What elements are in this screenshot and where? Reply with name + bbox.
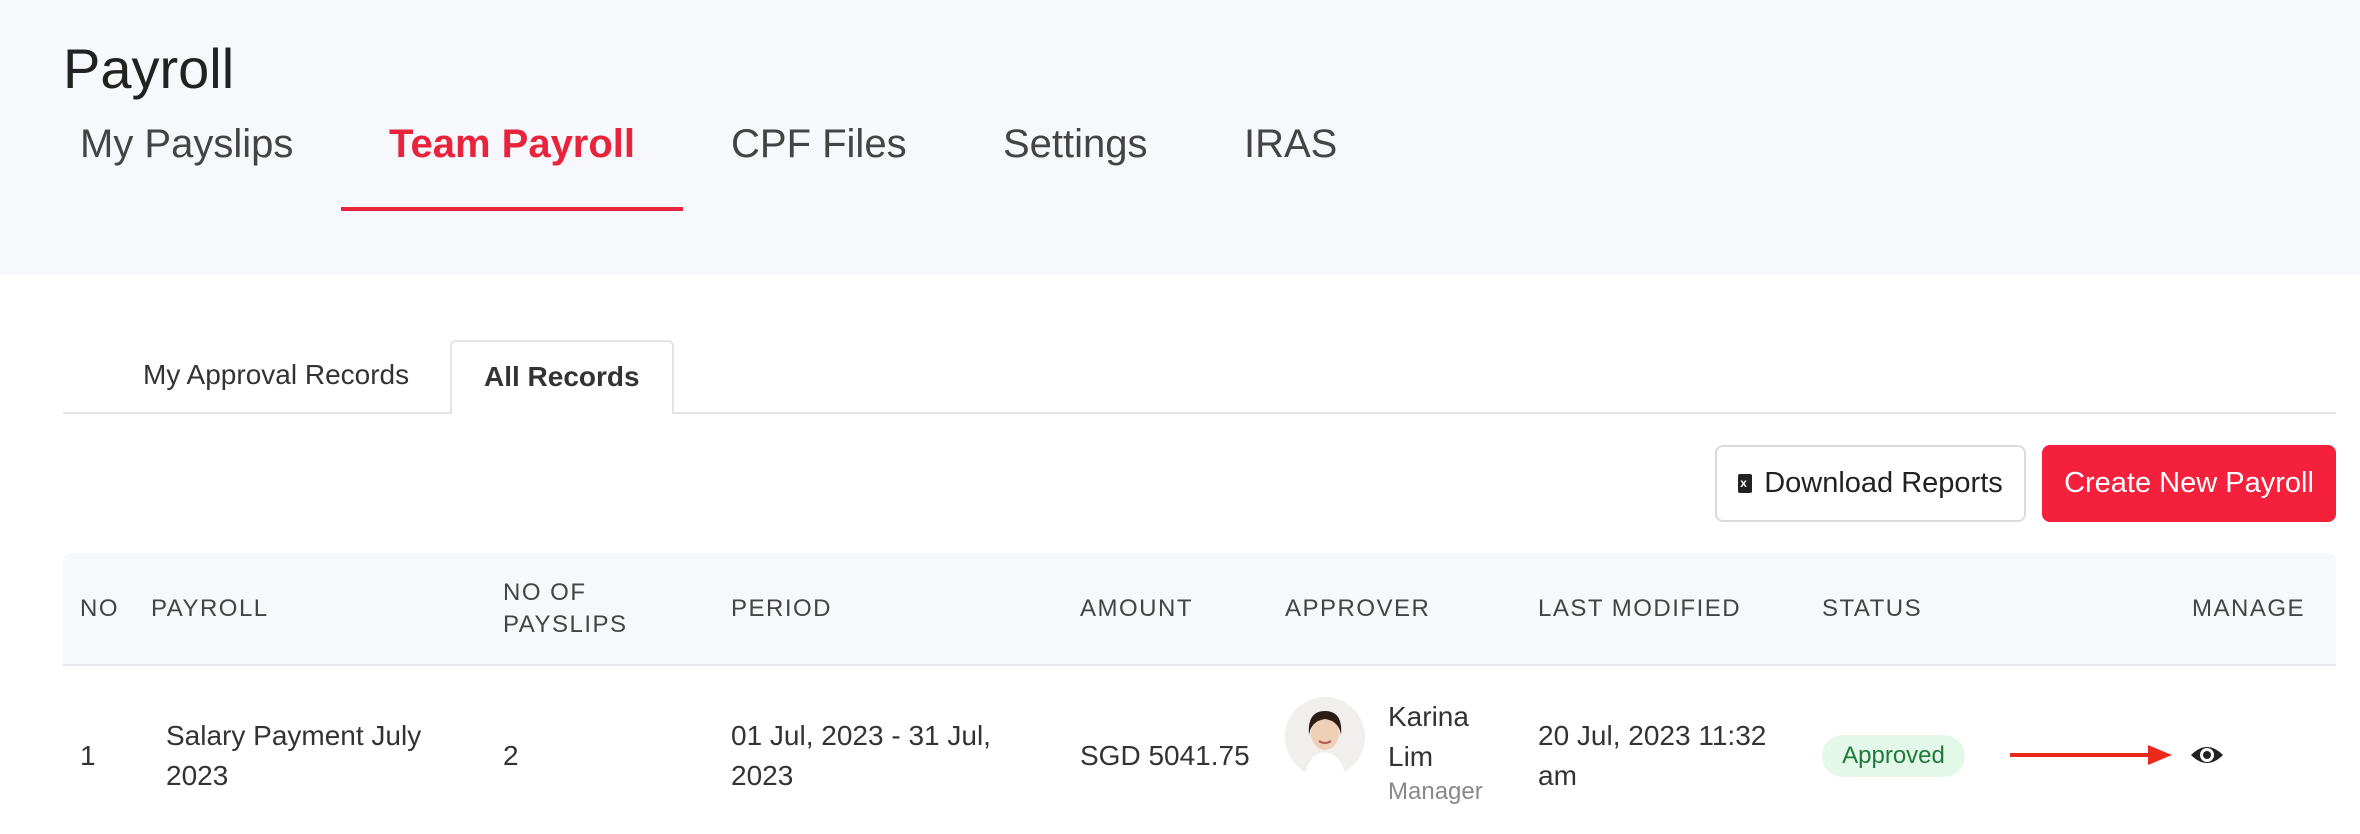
download-reports-label: Download Reports xyxy=(1764,467,2003,499)
th-amount: AMOUNT xyxy=(1080,595,1193,622)
tab-settings[interactable]: Settings xyxy=(1003,122,1148,167)
cell-last-modified-line1: 20 Jul, 2023 11:32 xyxy=(1538,720,1767,751)
table-header xyxy=(63,553,2336,666)
cell-approver-name: Karina Lim xyxy=(1388,697,1469,777)
th-approver: APPROVER xyxy=(1285,595,1431,622)
create-new-payroll-button[interactable]: Create New Payroll xyxy=(2042,445,2336,522)
th-no: NO xyxy=(80,595,119,622)
th-no-of-payslips-line2: PAYSLIPS xyxy=(503,611,628,638)
approver-role: Manager xyxy=(1388,778,1483,805)
th-period: PERIOD xyxy=(731,595,833,622)
cell-last-modified-line2: am xyxy=(1538,760,1577,791)
avatar xyxy=(1285,697,1365,777)
subtabs-divider xyxy=(63,412,2336,414)
file-excel-icon xyxy=(1738,474,1753,493)
subtab-my-approval-records[interactable]: My Approval Records xyxy=(143,359,409,391)
cell-amount: SGD 5041.75 xyxy=(1080,740,1250,771)
approver-first-name: Karina xyxy=(1388,701,1469,732)
th-status: STATUS xyxy=(1822,595,1923,622)
cell-payroll-line1: Salary Payment July xyxy=(166,720,422,751)
tab-iras[interactable]: IRAS xyxy=(1244,122,1337,167)
cell-period-line2: 2023 xyxy=(731,760,794,791)
th-no-of-payslips-line1: NO OF xyxy=(503,579,587,606)
subtab-all-records[interactable]: All Records xyxy=(484,361,640,393)
tab-my-payslips[interactable]: My Payslips xyxy=(80,122,293,167)
th-manage: MANAGE xyxy=(2192,595,2306,622)
tab-team-payroll[interactable]: Team Payroll xyxy=(389,122,635,167)
cell-payroll-line2: 2023 xyxy=(166,760,229,791)
cell-last-modified: 20 Jul, 2023 11:32 am xyxy=(1538,716,1766,796)
cell-payroll: Salary Payment July 2023 xyxy=(166,716,421,796)
cell-no: 1 xyxy=(80,740,96,771)
eye-icon[interactable] xyxy=(2190,741,2224,769)
download-reports-button[interactable]: Download Reports xyxy=(1715,445,2026,522)
cell-period: 01 Jul, 2023 - 31 Jul, 2023 xyxy=(731,716,991,796)
cell-payslips: 2 xyxy=(503,740,519,771)
arrow-right-icon xyxy=(2010,745,2172,765)
th-last-modified: LAST MODIFIED xyxy=(1538,595,1742,622)
approver-last-name: Lim xyxy=(1388,741,1434,772)
th-no-of-payslips: NO OF PAYSLIPS xyxy=(503,577,628,641)
status-badge: Approved xyxy=(1822,735,1965,777)
cell-period-line1: 01 Jul, 2023 - 31 Jul, xyxy=(731,720,991,751)
page-title: Payroll xyxy=(63,37,235,100)
tab-cpf-files[interactable]: CPF Files xyxy=(731,122,907,167)
th-payroll: PAYROLL xyxy=(151,595,269,622)
page-header: Payroll My Payslips Team Payroll CPF Fil… xyxy=(0,0,2360,275)
active-tab-indicator xyxy=(341,207,683,211)
